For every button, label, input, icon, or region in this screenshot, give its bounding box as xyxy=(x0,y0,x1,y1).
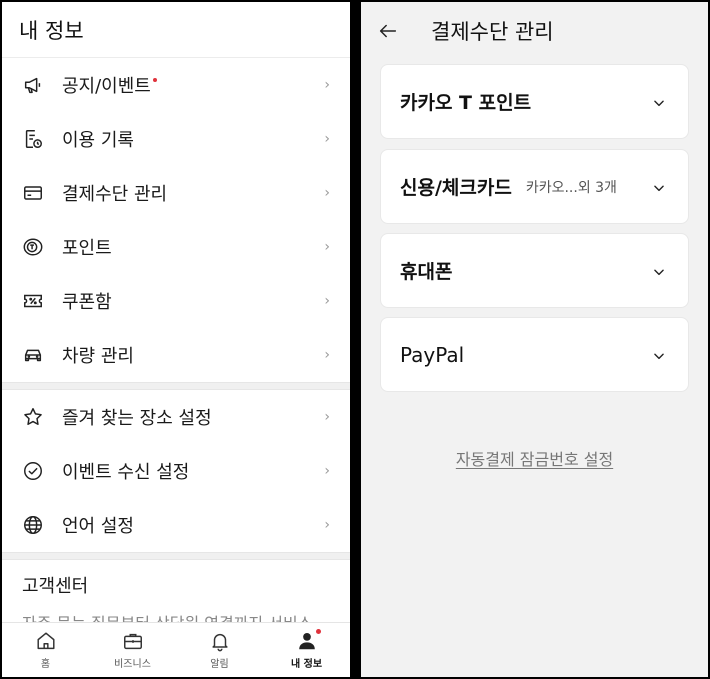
menu-item-label: 포인트 xyxy=(62,238,112,259)
home-icon xyxy=(35,630,57,652)
person-icon xyxy=(296,629,321,652)
page-title: 결제수단 관리 xyxy=(431,20,554,44)
menu-item-label: 결제수단 관리 xyxy=(62,184,168,205)
chevron-down-icon xyxy=(652,180,666,194)
chevron-right-icon: › xyxy=(324,239,330,255)
section-divider xyxy=(2,382,350,390)
car-icon xyxy=(22,344,44,366)
card-summary: 카카오...외 3개 xyxy=(525,179,617,196)
point-icon xyxy=(22,236,44,258)
nav-label: 알림 xyxy=(210,659,229,670)
customer-center-title[interactable]: 고객센터 xyxy=(2,560,350,600)
payment-card-kakao-point[interactable]: 카카오 T 포인트 xyxy=(380,64,689,139)
payment-card-credit-check[interactable]: 신용/체크카드 카카오...외 3개 xyxy=(380,149,689,224)
coupon-icon xyxy=(22,290,44,312)
menu-item-language[interactable]: 언어 설정 › xyxy=(2,498,350,552)
page-title: 내 정보 xyxy=(19,18,84,43)
screen: 내 정보 공지/이벤트 › 이용 기록 › 결제수단 관리 › 포인트 › 쿠폰… xyxy=(0,0,710,679)
payment-card-mobile[interactable]: 휴대폰 xyxy=(380,233,689,308)
back-arrow-icon[interactable] xyxy=(377,20,399,42)
briefcase-icon xyxy=(122,630,144,652)
chevron-right-icon: › xyxy=(324,131,330,147)
chevron-right-icon: › xyxy=(324,517,330,533)
globe-icon xyxy=(22,514,44,536)
card-title: PayPal xyxy=(400,342,465,367)
nav-my-info[interactable]: 내 정보 xyxy=(263,623,350,677)
chevron-right-icon: › xyxy=(324,77,330,93)
history-icon xyxy=(22,128,44,150)
chevron-right-icon: › xyxy=(324,463,330,479)
my-info-panel: 내 정보 공지/이벤트 › 이용 기록 › 결제수단 관리 › 포인트 › 쿠폰… xyxy=(2,2,350,677)
payment-card-paypal[interactable]: PayPal xyxy=(380,317,689,392)
payment-methods-panel: 결제수단 관리 카카오 T 포인트 신용/체크카드 카카오...외 3개 휴대폰… xyxy=(361,2,708,677)
menu-item-label: 이벤트 수신 설정 xyxy=(62,462,190,483)
chevron-down-icon xyxy=(652,95,666,109)
chevron-down-icon xyxy=(652,264,666,278)
new-badge-dot xyxy=(152,78,157,82)
menu-item-payment-methods[interactable]: 결제수단 관리 › xyxy=(2,166,350,220)
nav-business[interactable]: 비즈니스 xyxy=(89,623,176,677)
card-title: 신용/체크카드 xyxy=(400,177,512,199)
menu-item-label: 언어 설정 xyxy=(62,516,134,537)
nav-notifications[interactable]: 알림 xyxy=(176,623,263,677)
bell-icon xyxy=(209,630,231,652)
my-info-header: 내 정보 xyxy=(2,2,350,58)
menu-item-notice-event[interactable]: 공지/이벤트 › xyxy=(2,58,350,112)
menu-item-history[interactable]: 이용 기록 › xyxy=(2,112,350,166)
nav-label: 비즈니스 xyxy=(114,659,151,670)
menu-item-coupons[interactable]: 쿠폰함 › xyxy=(2,274,350,328)
nav-home[interactable]: 홈 xyxy=(2,623,89,677)
card-title: 휴대폰 xyxy=(400,261,453,283)
new-badge-dot xyxy=(315,629,321,634)
menu-item-points[interactable]: 포인트 › xyxy=(2,220,350,274)
payment-header: 결제수단 관리 xyxy=(361,2,708,60)
menu-item-favorite-places[interactable]: 즐겨 찾는 장소 설정 › xyxy=(2,390,350,444)
menu-item-label: 공지/이벤트 xyxy=(62,72,324,98)
section-divider xyxy=(2,552,350,560)
card-title: 카카오 T 포인트 xyxy=(400,92,532,114)
menu-item-vehicles[interactable]: 차량 관리 › xyxy=(2,328,350,382)
card-icon xyxy=(22,182,44,204)
star-icon xyxy=(22,406,44,428)
chevron-right-icon: › xyxy=(324,185,330,201)
nav-label: 내 정보 xyxy=(290,659,323,670)
menu-item-event-notification[interactable]: 이벤트 수신 설정 › xyxy=(2,444,350,498)
menu-item-label: 즐겨 찾는 장소 설정 xyxy=(62,408,212,429)
bottom-navigation: 홈 비즈니스 알림 내 정보 xyxy=(2,622,350,677)
chevron-right-icon: › xyxy=(324,347,330,363)
menu-item-label: 차량 관리 xyxy=(62,346,134,367)
menu-item-label: 쿠폰함 xyxy=(62,292,112,313)
nav-label: 홈 xyxy=(40,659,51,670)
auto-payment-lock-link[interactable]: 자동결제 잠금번호 설정 xyxy=(361,446,708,470)
chevron-right-icon: › xyxy=(324,293,330,309)
check-circle-icon xyxy=(22,460,44,482)
chevron-right-icon: › xyxy=(324,409,330,425)
menu-item-label: 이용 기록 xyxy=(62,130,134,151)
chevron-down-icon xyxy=(652,348,666,362)
megaphone-icon xyxy=(22,74,44,96)
